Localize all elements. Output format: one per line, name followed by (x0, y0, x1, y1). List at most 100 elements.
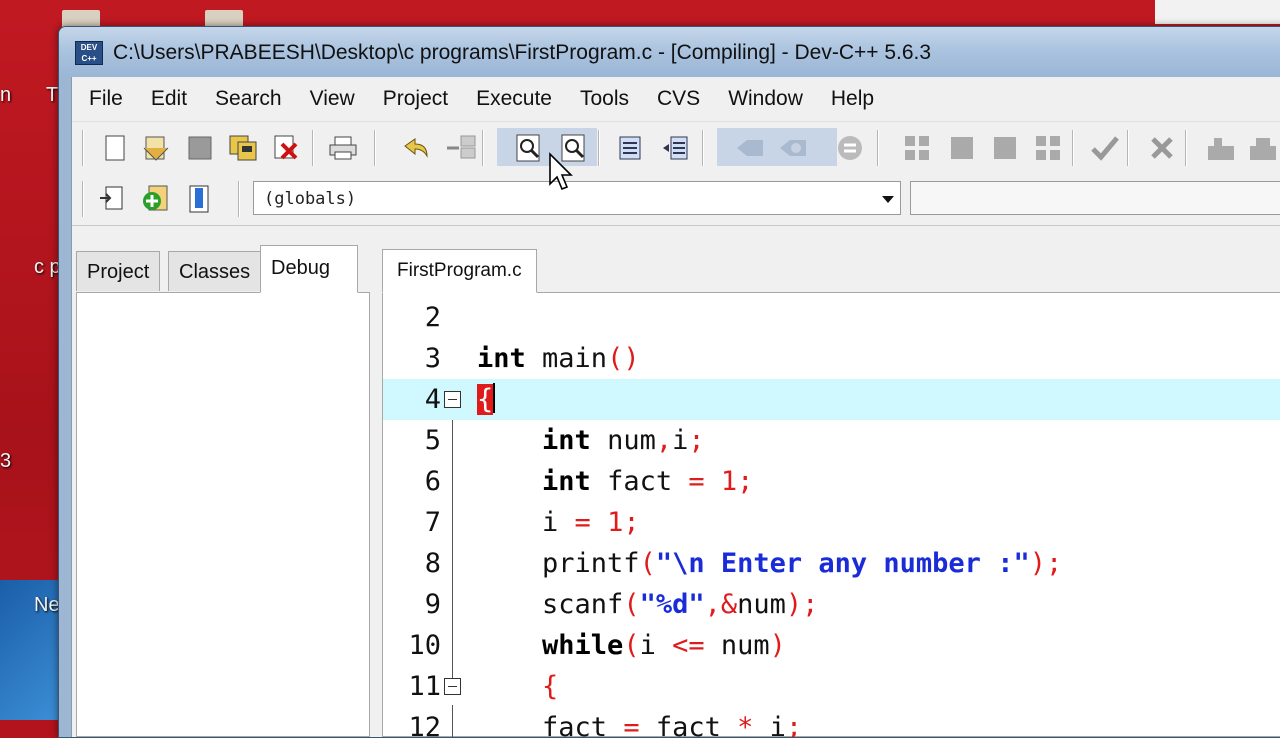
rebuild-button[interactable] (1032, 132, 1064, 164)
line-number: 8 (424, 548, 441, 579)
toggle-panel-button[interactable] (183, 183, 215, 215)
devcpp-app-icon[interactable]: DEV C++ (75, 41, 103, 65)
goto-line-button[interactable] (834, 132, 866, 164)
code-text: i = 1; (477, 507, 640, 538)
abort-compile-button[interactable] (1146, 132, 1178, 164)
menu-tools[interactable]: Tools (564, 87, 641, 111)
line-number: 3 (424, 343, 441, 374)
toggle-bookmark-button[interactable] (734, 132, 766, 164)
code-text: int main() (477, 343, 640, 374)
goto-line-icon (838, 136, 862, 160)
new-file-icon (105, 135, 125, 161)
compile-icon (905, 136, 929, 160)
toolbar-separator (1185, 130, 1187, 166)
unindent-icon (663, 136, 688, 160)
function-combo[interactable] (910, 181, 1280, 215)
run-button[interactable] (946, 132, 978, 164)
menu-cvs[interactable]: CVS (641, 87, 712, 111)
redo-button[interactable] (445, 132, 477, 164)
line-number: 9 (424, 589, 441, 620)
menu-view[interactable]: View (294, 87, 367, 111)
text-caret (493, 383, 496, 413)
menu-search[interactable]: Search (199, 87, 294, 111)
code-line: 2 (383, 297, 1280, 338)
debug-button[interactable] (1247, 132, 1279, 164)
print-button[interactable] (327, 132, 359, 164)
line-number: 10 (408, 630, 441, 661)
save-button[interactable] (184, 132, 216, 164)
code-line: 12 fact = fact * i; (383, 707, 1280, 737)
desktop-label: c p (34, 256, 61, 278)
line-number: 7 (424, 507, 441, 538)
add-plus-icon (143, 185, 168, 211)
line-number: 2 (424, 302, 441, 333)
bookmark-right-icon (780, 140, 806, 156)
code-text: printf("\n Enter any number :"); (477, 548, 1063, 579)
menu-help[interactable]: Help (815, 87, 886, 111)
panel-icon (189, 185, 209, 213)
tab-debug[interactable]: Debug (260, 245, 358, 293)
desktop-label: 3 (0, 450, 12, 472)
mouse-pointer-icon (549, 152, 573, 191)
desktop-window-edge (1155, 0, 1280, 24)
add-watch-button[interactable] (140, 183, 172, 215)
unindent-button[interactable] (659, 132, 691, 164)
code-line: 7 i = 1; (383, 502, 1280, 543)
code-text: while(i <= num) (542, 630, 786, 661)
undo-button[interactable] (400, 132, 432, 164)
menu-window[interactable]: Window (712, 87, 815, 111)
window-client: File Edit Search View Project Execute To… (71, 77, 1280, 737)
run-icon (951, 137, 973, 159)
toolbar-separator (598, 130, 600, 166)
editor-area: FirstProgram.c 2 3 int main() 4 {5 int … (382, 227, 1280, 737)
find-button[interactable] (513, 132, 545, 164)
syntax-check-button[interactable] (1089, 132, 1121, 164)
tab-classes[interactable]: Classes (168, 251, 262, 291)
compile-button[interactable] (901, 132, 933, 164)
menu-edit[interactable]: Edit (135, 87, 199, 111)
save-all-icon (229, 135, 257, 161)
toolbar-separator (1127, 130, 1129, 166)
indent-button[interactable] (614, 132, 646, 164)
main-toolbar (72, 121, 1280, 174)
line-number: 11 (408, 671, 441, 702)
save-all-button[interactable] (227, 132, 259, 164)
fold-collapse-icon[interactable] (444, 678, 461, 695)
code-line: 10 while(i <= num) (383, 625, 1280, 666)
line-number: 5 (424, 425, 441, 456)
tab-firstprogram-c[interactable]: FirstProgram.c (382, 249, 537, 293)
code-editor[interactable]: 2 3 int main() 4 { 5 int num,i; 6 int fa… (382, 292, 1280, 737)
redo-icon (447, 135, 476, 159)
title-bar[interactable]: DEV C++ C:\Users\PRABEESH\Desktop\c prog… (59, 27, 1280, 77)
compile-run-button[interactable] (989, 132, 1021, 164)
open-file-button[interactable] (140, 132, 172, 164)
chevron-down-icon[interactable] (882, 196, 894, 203)
insert-button[interactable] (96, 183, 128, 215)
code-line: 9 scanf("%d",&num); (383, 584, 1280, 625)
devcpp-window: DEV C++ C:\Users\PRABEESH\Desktop\c prog… (58, 26, 1280, 738)
insert-icon (100, 186, 123, 210)
tab-project[interactable]: Project (76, 251, 161, 291)
code-line: 8 printf("\n Enter any number :"); (383, 543, 1280, 584)
scope-combo[interactable]: (globals) (253, 181, 901, 215)
toolbar-separator (374, 130, 376, 166)
desktop-label: n (0, 84, 12, 106)
menu-execute[interactable]: Execute (460, 87, 564, 111)
scope-combo-value: (globals) (264, 189, 357, 209)
code-text: int num,i; (542, 425, 705, 456)
desktop-label: T (46, 84, 59, 106)
abort-x-icon (1151, 137, 1173, 159)
code-line: 3 int main() (383, 338, 1280, 379)
goto-bookmark-button[interactable] (777, 132, 809, 164)
new-file-button[interactable] (99, 132, 131, 164)
indent-icon (619, 136, 641, 160)
undo-icon (404, 138, 428, 158)
fold-collapse-icon[interactable] (444, 391, 461, 408)
window-title: C:\Users\PRABEESH\Desktop\c programs\Fir… (113, 41, 932, 64)
check-icon (1091, 136, 1119, 161)
menu-project[interactable]: Project (367, 87, 460, 111)
profile-button[interactable] (1205, 132, 1237, 164)
close-file-button[interactable] (270, 132, 302, 164)
menu-file[interactable]: File (72, 87, 135, 111)
debug-panel-content[interactable] (76, 292, 370, 737)
